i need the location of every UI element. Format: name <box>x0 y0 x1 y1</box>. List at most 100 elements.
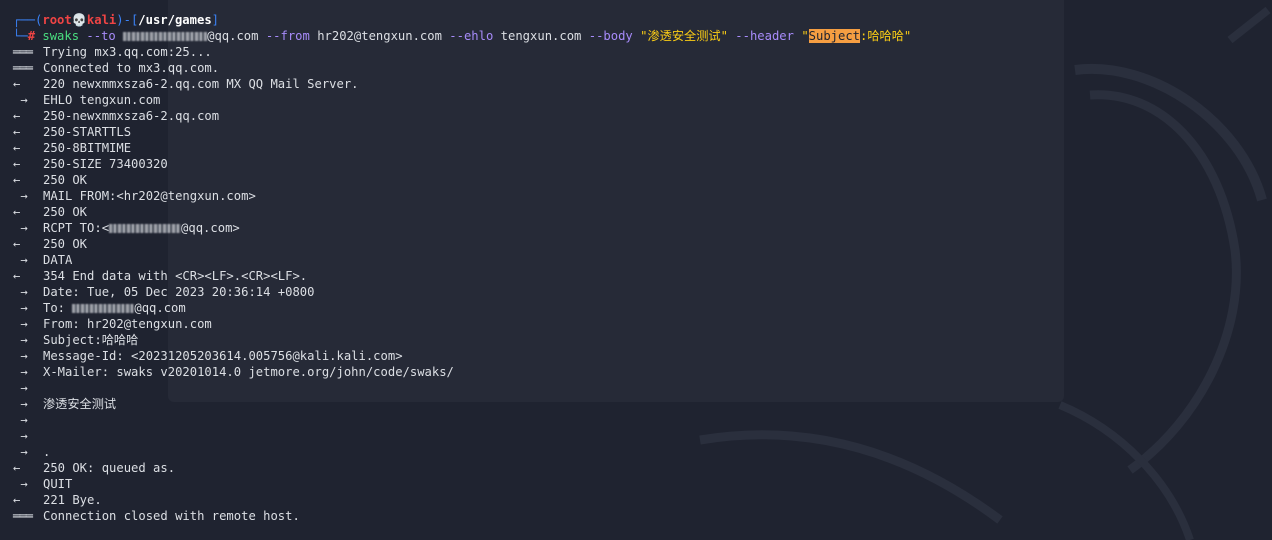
output-line: ← 250 OK <box>0 172 1272 188</box>
output-text: 250 OK <box>43 205 88 219</box>
incoming-arrow-icon: ← <box>13 493 21 507</box>
output-line: → EHLO tengxun.com <box>0 92 1272 108</box>
prompt-line: ┌──(root💀kali)-[/usr/games] <box>13 13 219 27</box>
output-text: 250-8BITMIME <box>43 141 132 155</box>
incoming-arrow-icon: ← <box>13 461 21 475</box>
output-text: From: hr202@tengxun.com <box>43 317 212 331</box>
outgoing-arrow-icon: → <box>13 365 28 379</box>
output-text: 250-STARTTLS <box>43 125 132 139</box>
outgoing-arrow-icon: → <box>13 285 28 299</box>
command-line[interactable]: └─# swaks --to @qq.com --from hr202@teng… <box>0 28 1272 44</box>
output-line: →. <box>0 444 1272 460</box>
outgoing-arrow-icon: → <box>13 429 28 443</box>
output-line: ← 250-8BITMIME <box>0 140 1272 156</box>
output-text: EHLO tengxun.com <box>43 93 161 107</box>
incoming-arrow-icon: ← <box>13 109 21 123</box>
incoming-arrow-icon: ← <box>13 141 21 155</box>
output-line: → From: hr202@tengxun.com <box>0 316 1272 332</box>
output-text: Connected to mx3.qq.com. <box>43 61 220 75</box>
output-line: → Subject:哈哈哈 <box>0 332 1272 348</box>
output-text: 221 Bye. <box>43 493 102 507</box>
prompt-hash: # <box>27 29 36 43</box>
outgoing-arrow-icon: → <box>13 413 28 427</box>
output-line: ═══ Trying mx3.qq.com:25... <box>0 44 1272 60</box>
info-marker-icon: ═══ <box>13 61 33 75</box>
output-line: → To: @qq.com <box>0 300 1272 316</box>
outgoing-arrow-icon: → <box>13 445 28 459</box>
outgoing-arrow-icon: → <box>13 189 28 203</box>
output-text: QUIT <box>43 477 73 491</box>
info-marker-icon: ═══ <box>13 509 33 523</box>
outgoing-arrow-icon: → <box>13 221 28 235</box>
output-text: 250-newxmmxsza6-2.qq.com <box>43 109 220 123</box>
incoming-arrow-icon: ← <box>13 77 21 91</box>
outgoing-arrow-icon: → <box>13 93 28 107</box>
prompt-corner: ┌── <box>13 13 36 27</box>
incoming-arrow-icon: ← <box>13 125 21 139</box>
incoming-arrow-icon: ← <box>13 237 21 251</box>
redacted-address <box>72 304 135 313</box>
outgoing-arrow-icon: → <box>13 253 28 267</box>
output-text: X-Mailer: swaks v20201014.0 jetmore.org/… <box>43 365 454 379</box>
output-text: 250 OK: queued as. <box>43 461 176 475</box>
subject-highlight: Subject <box>808 29 861 43</box>
output-text: MAIL FROM:<hr202@tengxun.com> <box>43 189 256 203</box>
output-line: ← 250 OK <box>0 236 1272 252</box>
prompt-user: root <box>42 13 72 27</box>
output-text: Date: Tue, 05 Dec 2023 20:36:14 +0800 <box>43 285 315 299</box>
output-line: ← 250 OK <box>0 204 1272 220</box>
output-text: DATA <box>43 253 73 267</box>
output-text: RCPT TO:< <box>43 221 110 235</box>
redacted-recipient <box>123 32 208 41</box>
output-text: Trying mx3.qq.com:25... <box>43 45 212 59</box>
output-text: 渗透安全测试 <box>43 397 117 411</box>
outgoing-arrow-icon: → <box>13 317 28 331</box>
output-line: → Date: Tue, 05 Dec 2023 20:36:14 +0800 <box>0 284 1272 300</box>
redacted-address <box>109 224 182 233</box>
output-line: ← 220 newxmmxsza6-2.qq.com MX QQ Mail Ser… <box>0 76 1272 92</box>
output-text-after: @qq.com> <box>181 221 240 235</box>
incoming-arrow-icon: ← <box>13 205 21 219</box>
output-text: Message-Id: <20231205203614.005756@kali.… <box>43 349 403 363</box>
prompt-host: kali <box>86 13 117 27</box>
output-line: → RCPT TO:< @qq.com> <box>0 220 1272 236</box>
output-line: ← 221 Bye. <box>0 492 1272 508</box>
swaks-output: ═══ Trying mx3.qq.com:25... ═══ Connected t… <box>0 44 1272 524</box>
command-name: swaks <box>42 29 80 43</box>
output-line: ← 250-STARTTLS <box>0 124 1272 140</box>
info-marker-icon: ═══ <box>13 45 33 59</box>
output-line: ← 250-SIZE 73400320 <box>0 156 1272 172</box>
output-text: 250 OK <box>43 237 88 251</box>
output-line: → Message-Id: <20231205203614.005756@kali… <box>0 348 1272 364</box>
output-line: → <box>0 380 1272 396</box>
output-text: 354 End data with <CR><LF>.<CR><LF>. <box>43 269 308 283</box>
output-line: ═══ Connected to mx3.qq.com. <box>0 60 1272 76</box>
output-text: To: <box>43 301 73 315</box>
outgoing-arrow-icon: → <box>13 477 28 491</box>
outgoing-arrow-icon: → <box>13 381 28 395</box>
outgoing-arrow-icon: → <box>13 397 28 411</box>
output-line: → <box>0 412 1272 428</box>
output-text: Subject:哈哈哈 <box>43 333 139 347</box>
incoming-arrow-icon: ← <box>13 173 21 187</box>
output-line: ← 250 OK: queued as. <box>0 460 1272 476</box>
output-text: 220 newxmmxsza6-2.qq.com MX QQ Mail Serv… <box>43 77 359 91</box>
outgoing-arrow-icon: → <box>13 349 28 363</box>
output-line: ═══ Connection closed with remote host. <box>0 508 1272 524</box>
prompt-hash-prefix: └─ <box>13 29 28 43</box>
output-text: 250-SIZE 73400320 <box>43 157 168 171</box>
output-text-after: @qq.com <box>134 301 186 315</box>
output-line: → QUIT <box>0 476 1272 492</box>
output-line: → X-Mailer: swaks v20201014.0 jetmore.org… <box>0 364 1272 380</box>
incoming-arrow-icon: ← <box>13 269 21 283</box>
terminal-output[interactable]: ┌──(root💀kali)-[/usr/games] └─# swaks --… <box>0 0 1272 540</box>
output-line: ← 250-newxmmxsza6-2.qq.com <box>0 108 1272 124</box>
output-line: ← 354 End data with <CR><LF>.<CR><LF>. <box>0 268 1272 284</box>
incoming-arrow-icon: ← <box>13 157 21 171</box>
output-line: → 渗透安全测试 <box>0 396 1272 412</box>
output-line: → <box>0 428 1272 444</box>
prompt-path: /usr/games <box>138 13 212 27</box>
output-text: 250 OK <box>43 173 88 187</box>
output-line: → DATA <box>0 252 1272 268</box>
outgoing-arrow-icon: → <box>13 333 28 347</box>
